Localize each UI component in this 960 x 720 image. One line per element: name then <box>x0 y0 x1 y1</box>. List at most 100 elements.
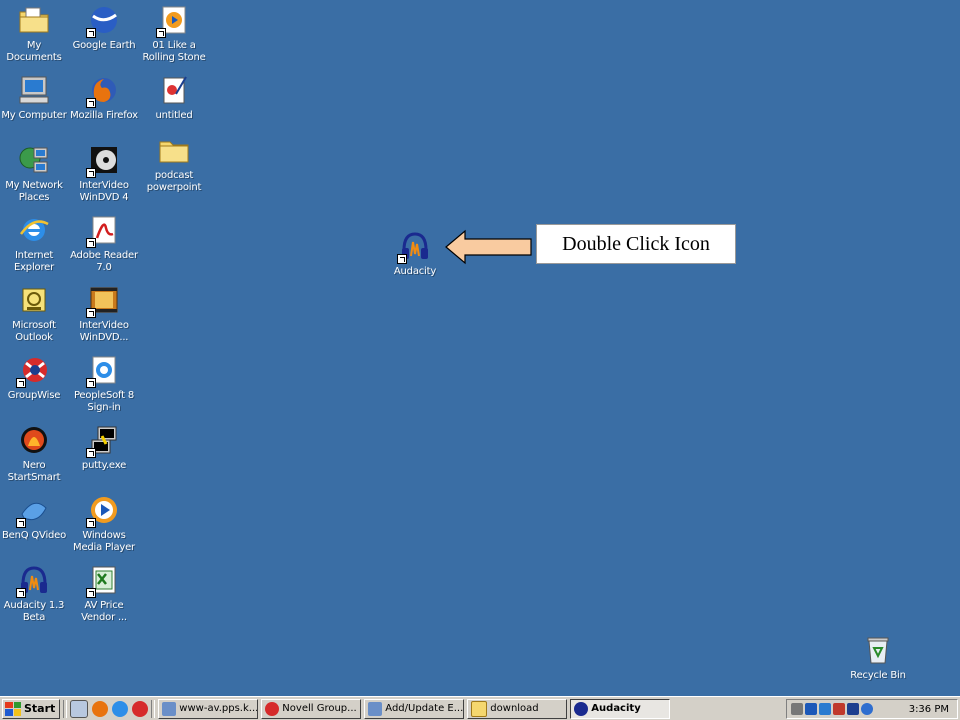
icon-label: Mozilla Firefox <box>70 110 138 121</box>
desktop-icon-podcast-powerpoint[interactable]: podcast powerpoint <box>139 134 209 194</box>
taskbar-separator <box>151 699 156 718</box>
callout-label: Double Click Icon <box>536 224 736 264</box>
firefox-icon[interactable] <box>92 700 109 717</box>
window-icon <box>368 701 383 716</box>
icon-label: My Network Places <box>5 180 63 203</box>
icon-label: PeopleSoft 8 Sign-in <box>73 390 135 413</box>
icon-label: InterVideo WinDVD 4 <box>79 180 129 203</box>
audacity-icon <box>16 564 50 598</box>
groupwise-icon[interactable] <box>132 700 149 717</box>
folder-icon <box>158 134 190 166</box>
task-button-download[interactable]: download <box>467 698 568 719</box>
desktop-icon-untitled[interactable]: untitled <box>139 74 209 122</box>
icon-label: Nero StartSmart <box>7 460 61 483</box>
system-tray: 3:36 PM <box>786 699 958 719</box>
task-label: Audacity <box>591 703 641 714</box>
desktop-icon-mozilla-firefox[interactable]: Mozilla Firefox <box>69 74 139 122</box>
desktop-icon-benq-qvideo[interactable]: BenQ QVideo <box>0 494 69 542</box>
pdf-icon <box>86 214 120 248</box>
dvd-icon <box>86 144 120 178</box>
callout-arrow <box>445 229 532 265</box>
icon-label: putty.exe <box>81 460 127 471</box>
putty-icon <box>86 424 120 458</box>
ie-icon[interactable] <box>112 700 129 717</box>
icon-label: AV Price Vendor ... <box>81 600 127 623</box>
film-icon <box>86 284 120 318</box>
task-button-add-update[interactable]: Add/Update E... <box>364 698 465 719</box>
audacity-icon <box>397 230 431 264</box>
firefox-icon <box>86 74 120 108</box>
media-file-icon <box>156 4 190 38</box>
quick-launch <box>70 699 149 718</box>
network-tray-icon[interactable] <box>805 703 817 715</box>
icon-label: Internet Explorer <box>13 250 55 273</box>
groupwise-icon <box>265 701 280 716</box>
desktop-icon-intervideo-windvd[interactable]: InterVideo WinDVD... <box>69 284 139 344</box>
volume-icon[interactable] <box>791 703 803 715</box>
desktop-icon-my-documents[interactable]: My Documents <box>0 4 69 64</box>
task-label: download <box>490 703 539 714</box>
icon-label: Windows Media Player <box>73 530 135 553</box>
desktop-icon-like-a-rolling-stone[interactable]: 01 Like a Rolling Stone <box>139 4 209 64</box>
icon-label: Adobe Reader 7.0 <box>70 250 138 273</box>
audacity-icon <box>574 701 589 716</box>
desktop-icon-peoplesoft-8-sign-in[interactable]: PeopleSoft 8 Sign-in <box>69 354 139 414</box>
icon-label: My Computer <box>1 110 67 121</box>
desktop-icon-audacity[interactable]: Audacity <box>380 230 450 278</box>
folder-documents-icon <box>18 4 50 36</box>
media-player-icon <box>86 494 120 528</box>
task-label: www-av.pps.k... <box>179 703 259 714</box>
outlook-icon <box>18 284 50 316</box>
desktop-icon-recycle-bin[interactable]: Recycle Bin <box>843 634 913 682</box>
start-button[interactable]: Start <box>2 698 61 719</box>
recycle-bin-icon <box>862 634 894 666</box>
desktop: My Documents My Computer My Network Plac… <box>0 0 960 696</box>
groupwise-icon <box>16 354 50 388</box>
desktop-icon-internet-explorer[interactable]: Internet Explorer <box>0 214 69 274</box>
icon-label: My Documents <box>6 40 62 63</box>
windows-flag-icon <box>5 701 21 716</box>
ie-icon <box>18 214 50 246</box>
folder-icon <box>471 700 488 717</box>
icon-label: Audacity <box>393 266 437 277</box>
display-tray-icon[interactable] <box>819 703 831 715</box>
task-label: Add/Update E... <box>385 703 464 714</box>
icon-label: InterVideo WinDVD... <box>79 320 129 343</box>
desktop-icon-av-price-vendor[interactable]: AV Price Vendor ... <box>69 564 139 624</box>
shield-tray-icon[interactable] <box>833 703 845 715</box>
taskbar: Start www-av.pps.k... Novell Group... Ad… <box>0 696 960 720</box>
desktop-icon-microsoft-outlook[interactable]: Microsoft Outlook <box>0 284 69 344</box>
desktop-icon-my-computer[interactable]: My Computer <box>0 74 69 122</box>
benq-icon <box>16 494 50 528</box>
window-icon <box>162 701 177 716</box>
media-tray-icon[interactable] <box>847 703 859 715</box>
desktop-icon-nero-startsmart[interactable]: Nero StartSmart <box>0 424 69 484</box>
icon-label: Microsoft Outlook <box>12 320 56 343</box>
desktop-icon-adobe-reader[interactable]: Adobe Reader 7.0 <box>69 214 139 274</box>
desktop-icon-google-earth[interactable]: Google Earth <box>69 4 139 52</box>
network-icon <box>18 144 50 176</box>
task-button-novell-groupwise[interactable]: Novell Group... <box>261 698 362 719</box>
task-button-www-av[interactable]: www-av.pps.k... <box>158 698 259 719</box>
icon-label: Recycle Bin <box>850 670 906 681</box>
document-icon <box>158 74 190 106</box>
desktop-icon-putty[interactable]: putty.exe <box>69 424 139 472</box>
desktop-icon-audacity-1-3-beta[interactable]: Audacity 1.3 Beta <box>0 564 69 624</box>
task-button-audacity[interactable]: Audacity <box>570 698 671 719</box>
desktop-icon-my-network-places[interactable]: My Network Places <box>0 144 69 204</box>
desktop-icon-windows-media-player[interactable]: Windows Media Player <box>69 494 139 554</box>
icon-label: BenQ QVideo <box>1 530 67 541</box>
computer-icon <box>18 74 50 106</box>
globe-icon <box>86 4 120 38</box>
desktop-icon-groupwise[interactable]: GroupWise <box>0 354 69 402</box>
task-label: Novell Group... <box>282 703 357 714</box>
icon-label: podcast powerpoint <box>146 170 202 193</box>
desktop-icon-intervideo-windvd-4[interactable]: InterVideo WinDVD 4 <box>69 144 139 204</box>
desktop-icon[interactable] <box>70 699 89 718</box>
icon-label: 01 Like a Rolling Stone <box>142 40 206 63</box>
excel-icon <box>86 564 120 598</box>
player-tray-icon[interactable] <box>861 703 873 715</box>
icon-label: Audacity 1.3 Beta <box>3 600 65 623</box>
clock[interactable]: 3:36 PM <box>909 704 949 715</box>
icon-label: untitled <box>155 110 193 121</box>
